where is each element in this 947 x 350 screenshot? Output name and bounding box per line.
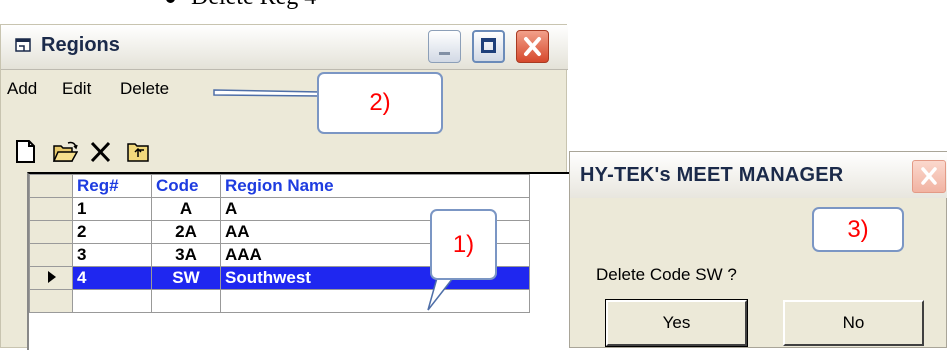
close-icon xyxy=(524,37,541,56)
bullet-heading: Delete Reg 4 xyxy=(166,0,316,11)
bullet-dot xyxy=(166,0,175,3)
cell-empty xyxy=(151,289,221,313)
cell-reg: 1 xyxy=(72,197,152,221)
dialog-close-button[interactable] xyxy=(912,160,946,193)
cell-reg: 3 xyxy=(72,243,152,267)
cell-reg: 4 xyxy=(72,266,152,290)
folder-up-icon[interactable] xyxy=(126,139,152,165)
grid-header-row: Reg# Code Region Name xyxy=(29,174,530,198)
cell-code: A xyxy=(151,197,221,221)
cell-empty xyxy=(220,289,530,313)
row-selector[interactable] xyxy=(29,289,73,313)
delete-x-icon[interactable] xyxy=(88,139,114,165)
row-selector-current[interactable] xyxy=(29,266,73,290)
row-selector[interactable] xyxy=(29,220,73,244)
maximize-button[interactable] xyxy=(472,30,505,63)
open-folder-icon[interactable] xyxy=(52,139,78,165)
bullet-heading-text: Delete Reg 4 xyxy=(191,0,316,10)
current-row-arrow-icon xyxy=(48,271,56,283)
yes-button[interactable]: Yes xyxy=(605,299,748,347)
cell-code: SW xyxy=(151,266,221,290)
regions-titlebar[interactable]: Regions xyxy=(1,25,568,70)
regions-title: Regions xyxy=(41,34,120,56)
cell-code: 3A xyxy=(151,243,221,267)
dialog-titlebar[interactable]: HY-TEK's MEET MANAGER xyxy=(570,152,947,198)
row-selector[interactable] xyxy=(29,243,73,267)
dialog-message: Delete Code SW ? xyxy=(596,265,737,284)
no-button[interactable]: No xyxy=(783,300,924,346)
menu-delete[interactable]: Delete xyxy=(120,79,169,99)
menu-edit[interactable]: Edit xyxy=(62,79,91,99)
cell-empty xyxy=(72,289,152,313)
callout-3: 3) xyxy=(812,207,904,252)
col-header-reg[interactable]: Reg# xyxy=(72,174,152,198)
close-icon xyxy=(921,167,937,185)
callout-1: 1) xyxy=(430,209,497,280)
callout-2: 2) xyxy=(317,72,443,134)
cell-reg: 2 xyxy=(72,220,152,244)
table-row-empty[interactable] xyxy=(29,289,530,313)
new-file-icon[interactable] xyxy=(14,139,40,165)
close-button[interactable] xyxy=(516,30,549,63)
minimize-icon xyxy=(439,52,450,55)
maximize-icon xyxy=(481,38,496,53)
col-header-region-name[interactable]: Region Name xyxy=(220,174,530,198)
window-icon xyxy=(15,38,31,52)
minimize-button[interactable] xyxy=(428,30,461,63)
cell-code: 2A xyxy=(151,220,221,244)
dialog-title: HY-TEK's MEET MANAGER xyxy=(580,164,844,186)
row-selector[interactable] xyxy=(29,197,73,221)
menu-add[interactable]: Add xyxy=(7,79,37,99)
row-selector-header xyxy=(29,174,73,198)
col-header-code[interactable]: Code xyxy=(151,174,221,198)
